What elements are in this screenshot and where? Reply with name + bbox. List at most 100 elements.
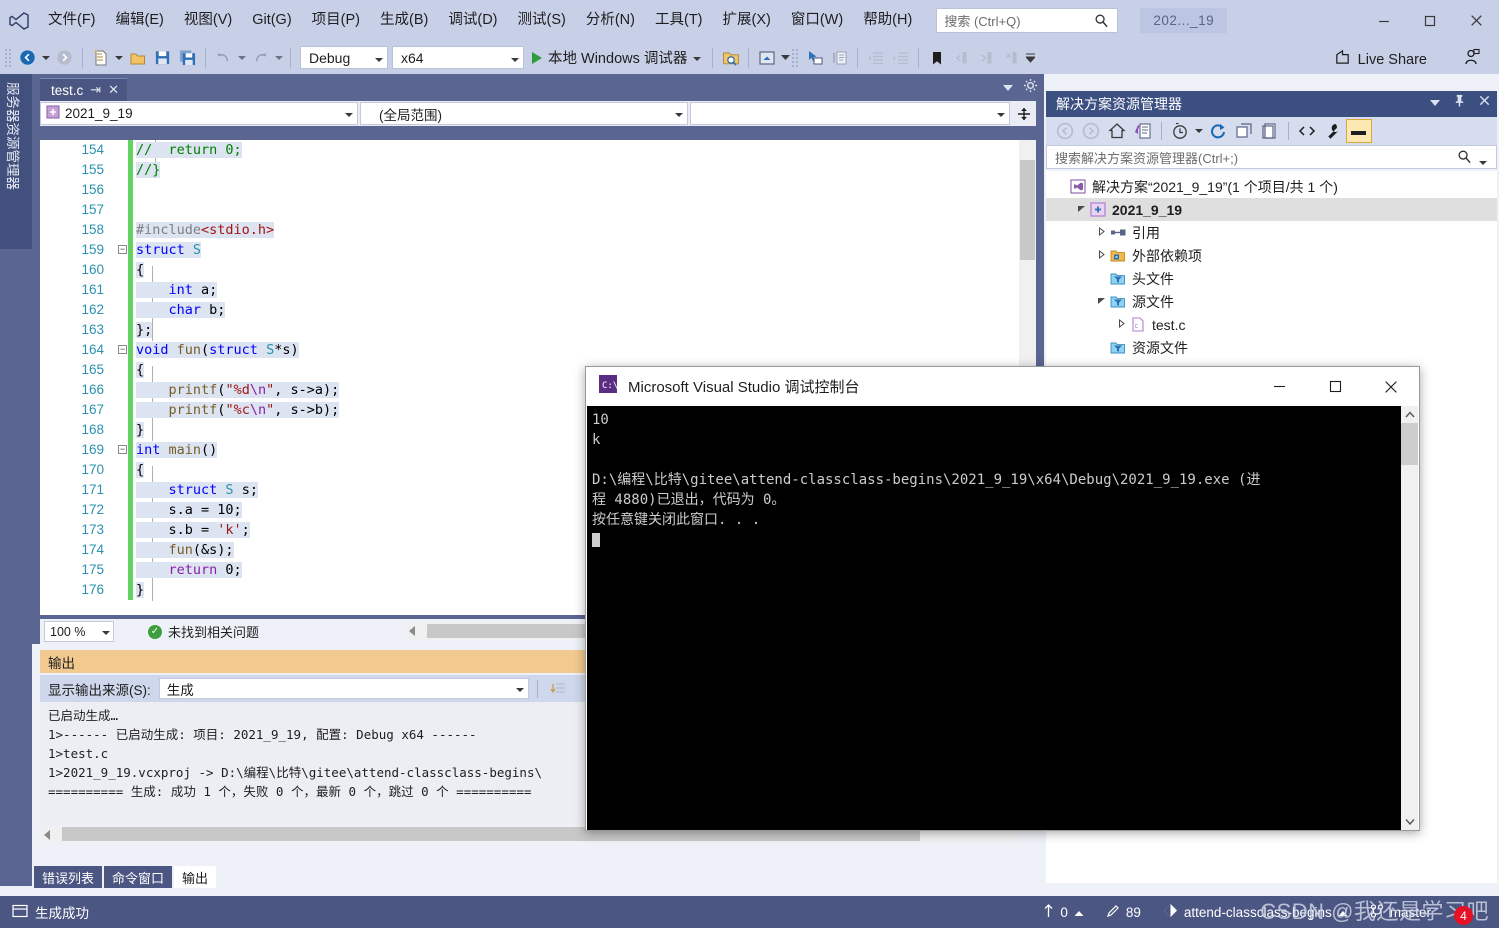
decrease-indent-button[interactable] — [863, 45, 888, 70]
code-line[interactable]: s.b = 'k'; — [136, 520, 250, 540]
code-line[interactable]: //} — [136, 160, 161, 180]
code-line[interactable]: { — [136, 260, 145, 280]
menu-item-11[interactable]: 窗口(W) — [782, 8, 852, 33]
search-options-chevron-icon[interactable] — [1479, 154, 1487, 169]
code-line[interactable]: struct S s; — [136, 480, 258, 500]
new-file-dropdown-icon[interactable] — [113, 45, 125, 70]
open-file-button[interactable] — [125, 45, 150, 70]
output-source-combo[interactable]: 生成 — [158, 678, 529, 699]
expander-collapsed-icon[interactable] — [1094, 249, 1108, 261]
expander-collapsed-icon[interactable] — [1114, 318, 1128, 330]
solution-configuration-combo[interactable]: Debug — [300, 46, 388, 69]
start-debugging-button[interactable]: 本地 Windows 调试器 — [524, 45, 707, 71]
zoom-level-combo[interactable]: 100 % — [44, 621, 114, 642]
tree-node-5[interactable]: 源文件 — [1046, 290, 1497, 313]
pending-changes-button[interactable] — [1130, 119, 1156, 143]
code-line[interactable]: // return 0; — [136, 140, 242, 160]
history-dropdown-icon[interactable] — [1193, 119, 1205, 144]
code-line[interactable]: { — [136, 360, 145, 380]
code-line[interactable]: printf("%c\n", s->b); — [136, 400, 340, 420]
pending-history-button[interactable] — [1167, 119, 1193, 143]
close-button[interactable] — [1453, 0, 1499, 41]
expander-expanded-icon[interactable] — [1094, 296, 1108, 307]
code-line[interactable]: int main() — [136, 440, 218, 460]
clear-bookmarks-button[interactable] — [999, 45, 1024, 70]
fold-toggle-icon[interactable]: − — [118, 445, 127, 454]
redo-button[interactable] — [248, 45, 273, 70]
minimize-button[interactable] — [1361, 0, 1407, 41]
forward-button[interactable] — [1078, 119, 1104, 143]
send-feedback-icon[interactable] — [1463, 48, 1481, 71]
pending-changes-indicator[interactable]: 0 — [1043, 903, 1084, 921]
toolbar-grip-2[interactable] — [791, 47, 801, 68]
solution-platform-combo[interactable]: x64 — [392, 46, 524, 69]
nav-project-combo[interactable]: 2021_9_19 — [40, 102, 359, 125]
preview-dropdown-icon[interactable] — [779, 45, 791, 70]
collapse-all-button[interactable] — [1231, 119, 1257, 143]
menu-item-8[interactable]: 分析(N) — [577, 8, 644, 33]
solution-explorer-search[interactable]: 搜索解决方案资源管理器(Ctrl+;) — [1046, 145, 1497, 169]
menu-item-2[interactable]: 视图(V) — [175, 8, 241, 33]
undo-dropdown-icon[interactable] — [236, 45, 248, 70]
redo-dropdown-icon[interactable] — [273, 45, 285, 70]
active-files-dropdown-icon[interactable] — [1002, 79, 1014, 97]
notification-badge[interactable]: 4 — [1454, 906, 1473, 925]
new-file-button[interactable] — [88, 45, 113, 70]
tree-node-6[interactable]: c test.c — [1046, 313, 1497, 336]
console-scroll-up-arrow-icon[interactable] — [1401, 406, 1418, 423]
menu-item-7[interactable]: 测试(S) — [509, 8, 575, 33]
back-button[interactable] — [1052, 119, 1078, 143]
unsaved-edits-indicator[interactable]: 89 — [1106, 904, 1141, 921]
close-icon[interactable] — [1478, 94, 1491, 110]
code-line[interactable]: } — [136, 420, 145, 440]
navigate-forward-button[interactable] — [52, 45, 77, 70]
search-icon[interactable] — [1457, 149, 1472, 167]
expander-collapsed-icon[interactable] — [1094, 226, 1108, 238]
console-output-area[interactable]: 10 k D:\编程\比特\gitee\attend-classclass-beg… — [587, 406, 1404, 830]
gear-icon[interactable] — [1023, 78, 1038, 98]
view-code-button[interactable] — [1294, 119, 1320, 143]
menu-item-1[interactable]: 编辑(E) — [107, 8, 173, 33]
menu-item-4[interactable]: 项目(P) — [303, 8, 369, 33]
branch-indicator[interactable]: master — [1370, 903, 1431, 921]
code-line[interactable]: fun(&s); — [136, 540, 234, 560]
comment-selection-button[interactable] — [827, 45, 852, 70]
save-all-button[interactable] — [175, 45, 200, 70]
output-scroll-left-arrow-icon[interactable] — [42, 828, 52, 846]
console-scroll-thumb[interactable] — [1401, 423, 1418, 465]
code-line[interactable]: } — [136, 580, 145, 600]
editor-scroll-thumb[interactable] — [1020, 160, 1035, 260]
split-editor-button[interactable] — [1012, 107, 1036, 121]
tree-node-2[interactable]: 引用 — [1046, 221, 1497, 244]
next-bookmark-button[interactable] — [974, 45, 999, 70]
expander-expanded-icon[interactable] — [1074, 204, 1088, 215]
close-icon[interactable]: ✕ — [108, 82, 119, 98]
quick-search-box[interactable]: 搜索 (Ctrl+Q) — [936, 8, 1119, 33]
menu-item-9[interactable]: 工具(T) — [646, 8, 712, 33]
tree-node-0[interactable]: 解决方案“2021_9_19”(1 个项目/共 1 个) — [1046, 175, 1497, 198]
document-tab-test-c[interactable]: test.c ⇥ ✕ — [40, 78, 128, 101]
server-explorer-tab[interactable]: 服务器资源管理器 — [0, 74, 32, 249]
code-line[interactable]: void fun(struct S*s) — [136, 340, 299, 360]
toggle-bookmark-button[interactable] — [924, 45, 949, 70]
bottom-tab-1[interactable]: 命令窗口 — [104, 866, 173, 888]
home-button[interactable] — [1104, 119, 1130, 143]
code-line[interactable]: return 0; — [136, 560, 242, 580]
properties-button[interactable] — [1320, 119, 1346, 143]
code-line[interactable]: int a; — [136, 280, 218, 300]
menu-item-0[interactable]: 文件(F) — [39, 8, 105, 33]
fold-toggle-icon[interactable]: − — [118, 245, 127, 254]
code-line[interactable]: struct S — [136, 240, 202, 260]
menu-item-10[interactable]: 扩展(X) — [714, 8, 780, 33]
console-vertical-scrollbar[interactable] — [1401, 406, 1418, 830]
tree-node-1[interactable]: 2021_9_19 — [1046, 198, 1497, 221]
repository-indicator[interactable]: attend-classclass-begins — [1163, 903, 1348, 921]
console-maximize-button[interactable] — [1307, 367, 1363, 406]
console-close-button[interactable] — [1363, 367, 1419, 406]
live-share-button[interactable]: Live Share — [1328, 46, 1433, 73]
fold-toggle-icon[interactable]: − — [118, 345, 127, 354]
preview-window-button[interactable] — [754, 45, 779, 70]
bottom-tab-0[interactable]: 错误列表 — [34, 866, 103, 888]
code-line[interactable]: #include<stdio.h> — [136, 220, 275, 240]
code-line[interactable]: { — [136, 460, 145, 480]
